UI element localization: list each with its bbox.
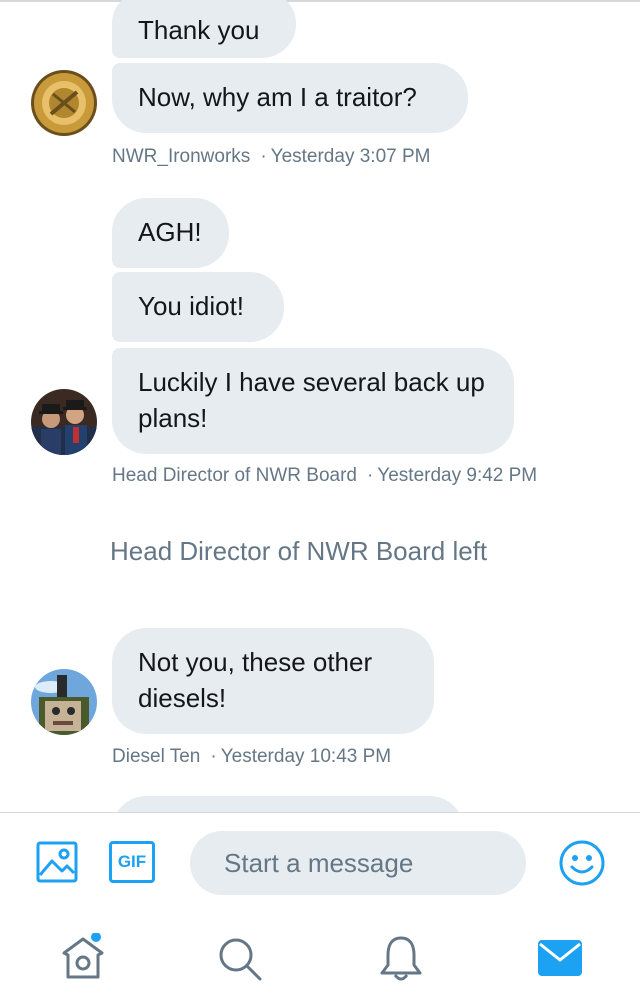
tab-bar [0, 913, 640, 1008]
sender-name: Diesel Ten [112, 746, 201, 767]
message-text: Luckily I have several back up plans! [138, 367, 485, 433]
avatar-head-director[interactable] [31, 389, 97, 455]
message-bubble[interactable]: You idiot! [112, 272, 284, 342]
message-text: AGH! [138, 217, 202, 247]
message-meta: Head Director of NWR Board · Yesterday 9:4… [112, 465, 537, 487]
avatar-diesel-ten[interactable] [31, 669, 97, 735]
meta-separator: · [260, 146, 267, 167]
top-divider [0, 0, 640, 2]
sender-name: NWR_Ironworks [112, 146, 251, 167]
avatar-nwr-ironworks[interactable] [31, 70, 97, 136]
meta-separator: · [210, 746, 217, 767]
timestamp: Yesterday 10:43 PM [220, 746, 392, 767]
message-meta: Diesel Ten · Yesterday 10:43 PM [112, 746, 391, 768]
meta-separator: · [366, 465, 374, 486]
message-composer: GIF [0, 812, 640, 913]
emoji-icon[interactable] [558, 839, 606, 892]
search-icon[interactable] [216, 935, 264, 988]
message-bubble[interactable]: Luckily I have several back up plans! [112, 348, 514, 454]
timestamp: Yesterday 3:07 PM [270, 146, 431, 167]
messages-icon[interactable] [537, 939, 583, 982]
gif-icon[interactable]: GIF [109, 841, 155, 883]
message-meta: NWR_Ironworks · Yesterday 3:07 PM [112, 146, 430, 168]
timestamp: Yesterday 9:42 PM [377, 465, 538, 486]
message-bubble[interactable]: AGH! [112, 198, 229, 268]
message-bubble[interactable]: Thank you [112, 0, 296, 58]
notifications-icon[interactable] [378, 933, 424, 988]
gif-label: GIF [117, 852, 147, 871]
message-text: Now, why am I a traitor? [138, 82, 417, 112]
message-bubble[interactable]: Not you, these other diesels! [112, 628, 434, 734]
sender-name: Head Director of NWR Board [112, 465, 357, 486]
system-event: Head Director of NWR Board left [110, 536, 488, 566]
image-icon[interactable] [36, 841, 78, 888]
message-bubble[interactable]: Now, why am I a traitor? [112, 63, 468, 133]
message-text: Thank you [138, 15, 260, 45]
message-text: You idiot! [138, 291, 245, 321]
home-icon[interactable] [58, 932, 108, 988]
message-input[interactable] [190, 831, 526, 895]
message-text: Not you, these other diesels! [138, 647, 373, 713]
